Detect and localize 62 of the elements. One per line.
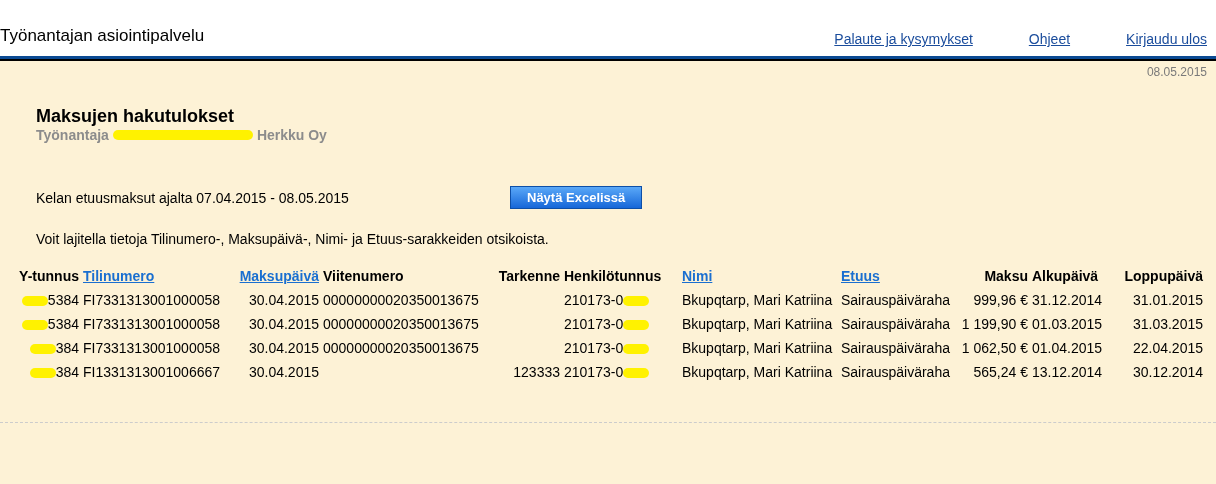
sort-link[interactable]: Nimi — [682, 268, 713, 284]
column-header: Viitenumero — [323, 268, 404, 284]
page-heading: Maksujen hakutulokset — [36, 106, 236, 127]
table-cell: 00000000020350013675 — [323, 316, 479, 332]
table-cell: Bkupqtarp, Mari Katriina — [682, 340, 833, 356]
column-header: Y-tunnus — [19, 268, 79, 284]
table-cell: 384 — [55, 340, 79, 356]
sort-link[interactable]: Etuus — [841, 268, 880, 284]
sort-link[interactable]: Maksupäivä — [239, 268, 319, 284]
date-text: 08.05.2015 — [1145, 65, 1208, 79]
table-cell: 13.12.2014 — [1032, 364, 1103, 380]
table-cell: FI1331313001006667 — [83, 364, 221, 380]
table-cell: 31.12.2014 — [1032, 292, 1103, 308]
table-cell: FI7331313001000058 — [83, 292, 221, 308]
table-cell: 5384 — [47, 292, 79, 308]
sort-link[interactable]: Tilinumero — [83, 268, 155, 284]
period-text: Kelan etuusmaksut ajalta 07.04.2015 - 08.05.2015 — [36, 189, 350, 206]
hint-text: Voit lajitella tietoja Tilinumero-, Maksupäivä-, Nimi- ja Etuus-sarakkeiden otsikoista. — [36, 231, 550, 247]
table-cell: 00000000020350013675 — [323, 292, 479, 308]
table-cell: 31.01.2015 — [1132, 292, 1203, 308]
column-header: Alkupäivä — [1032, 268, 1099, 284]
site-title: Työnantajan asiointipalvelu — [0, 26, 205, 47]
column-header: Tarkenne — [498, 268, 560, 284]
table-cell: FI7331313001000058 — [83, 340, 221, 356]
table-cell: 999,96 € — [973, 292, 1028, 308]
column-header: Loppupäivä — [1124, 268, 1203, 284]
header-link[interactable]: Kirjaudu ulos — [1126, 31, 1207, 47]
table-cell: 30.04.2015 — [248, 340, 319, 356]
table-cell: 565,24 € — [973, 364, 1028, 380]
table-cell: 210173-0 — [564, 364, 624, 380]
table-cell: 384 — [55, 364, 79, 380]
header-link[interactable]: Palaute ja kysymykset — [834, 31, 973, 47]
table-cell: 30.12.2014 — [1132, 364, 1203, 380]
table-cell: 1 062,50 € — [961, 340, 1028, 356]
table-cell: 30.04.2015 — [248, 292, 319, 308]
table-cell: 31.03.2015 — [1132, 316, 1203, 332]
employer-label: Työnantaja — [36, 127, 109, 143]
table-cell: 210173-0 — [564, 340, 624, 356]
table-cell: Bkupqtarp, Mari Katriina — [682, 316, 833, 332]
table-cell: 210173-0 — [564, 316, 624, 332]
column-header: Henkilötunnus — [564, 268, 662, 284]
table-cell: 00000000020350013675 — [323, 340, 479, 356]
table-cell: 5384 — [47, 316, 79, 332]
table-cell: 01.04.2015 — [1032, 340, 1103, 356]
table-cell: 1 199,90 € — [961, 316, 1028, 332]
table-cell: FI7331313001000058 — [83, 316, 221, 332]
table-cell: 30.04.2015 — [248, 316, 319, 332]
table-cell: 123333 — [513, 364, 560, 380]
table-cell: Sairauspäiväraha — [841, 292, 950, 308]
table-cell: 22.04.2015 — [1132, 340, 1203, 356]
employer-name: Herkku Oy — [256, 127, 327, 143]
column-header: Maksu — [984, 268, 1028, 284]
table-cell: 01.03.2015 — [1032, 316, 1103, 332]
header-link[interactable]: Ohjeet — [1028, 31, 1071, 47]
table-cell: Bkupqtarp, Mari Katriina — [682, 364, 833, 380]
table-cell: 210173-0 — [564, 292, 624, 308]
excel-button[interactable]: Näytä Excelissä — [510, 186, 643, 209]
table-cell: 30.04.2015 — [248, 364, 319, 380]
table-cell: Sairauspäiväraha — [841, 340, 950, 356]
table-cell: Sairauspäiväraha — [841, 364, 950, 380]
table-cell: Sairauspäiväraha — [841, 316, 950, 332]
table-cell: Bkupqtarp, Mari Katriina — [682, 292, 833, 308]
